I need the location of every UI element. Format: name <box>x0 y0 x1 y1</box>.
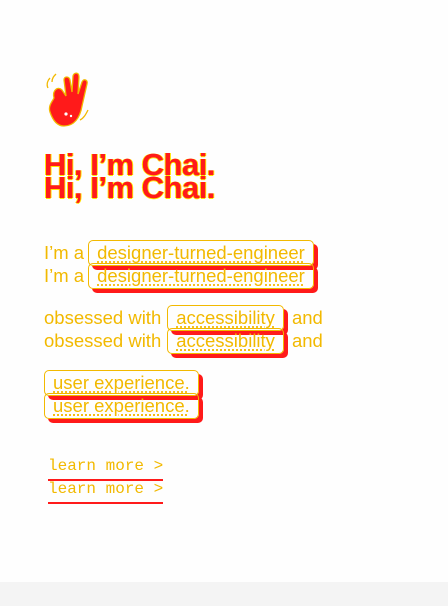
hero-heading-duplicate: Hi, I’m Chai. <box>44 170 215 206</box>
ux-line-duplicate: user experience. <box>44 393 199 419</box>
accessibility-chip-duplicate[interactable]: accessibility <box>167 328 284 354</box>
user-experience-chip-duplicate[interactable]: user experience. <box>44 393 199 419</box>
learn-more-link-duplicate[interactable]: learn more > <box>48 480 163 504</box>
obsessed-prefix-duplicate: obsessed with <box>44 330 161 352</box>
obsessed-line-duplicate: obsessed with accessibility and <box>44 328 323 354</box>
page: Hi, I’m Chai. I’m a designer-turned-engi… <box>0 0 448 606</box>
conjunction-text-duplicate: and <box>292 330 323 352</box>
bottom-band <box>0 582 448 606</box>
role-chip-duplicate[interactable]: designer-turned-engineer <box>88 263 314 289</box>
intro-line-duplicate: I’m a designer-turned-engineer <box>44 263 314 289</box>
intro-prefix-duplicate: I’m a <box>44 265 84 287</box>
hero-layer-duplicate: Hi, I’m Chai. I’m a designer-turned-engi… <box>0 23 448 606</box>
